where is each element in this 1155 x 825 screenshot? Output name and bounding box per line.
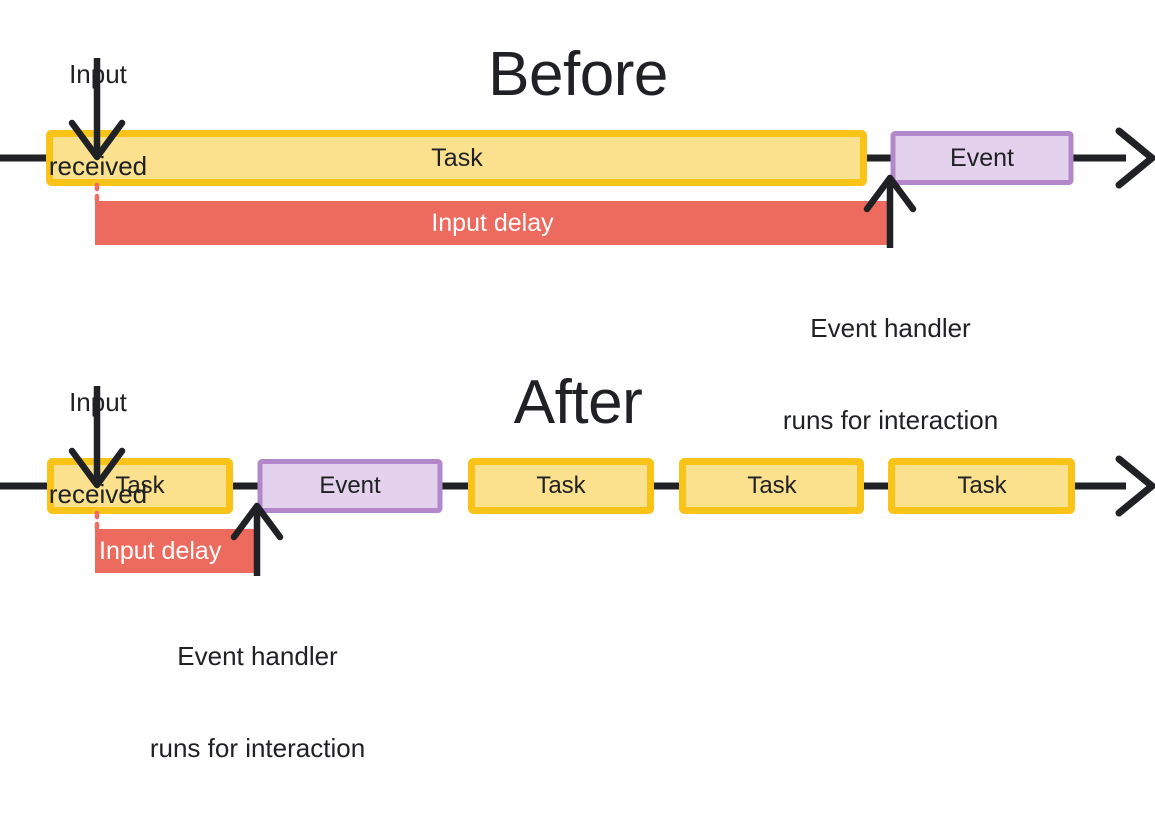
after-input-received-label: Input received xyxy=(13,326,183,571)
before-input-delay-bar[interactable] xyxy=(95,201,890,245)
before-title: Before xyxy=(488,40,668,109)
after-event-handler-line2: runs for interaction xyxy=(149,733,366,764)
before-input-received-label: Input received xyxy=(13,0,183,243)
after-input-received-line1: Input xyxy=(69,387,127,418)
before-event-handler-label: Event handler runs for interaction xyxy=(738,252,1043,497)
after-input-received-line2: received xyxy=(48,479,148,510)
after-event-block[interactable] xyxy=(257,459,443,513)
after-task-block-2[interactable] xyxy=(468,458,654,514)
before-input-received-line2: received xyxy=(48,151,148,182)
before-input-received-line1: Input xyxy=(69,59,127,90)
before-event-handler-line1: Event handler xyxy=(810,313,971,344)
diagram-canvas: Input received Before Task Event Input d… xyxy=(0,0,1155,763)
before-event-handler-line2: runs for interaction xyxy=(782,405,999,436)
after-event-handler-line1: Event handler xyxy=(177,641,338,672)
after-title: After xyxy=(513,368,643,437)
before-event-block[interactable] xyxy=(890,131,1074,185)
after-event-handler-label: Event handler runs for interaction xyxy=(105,580,410,825)
